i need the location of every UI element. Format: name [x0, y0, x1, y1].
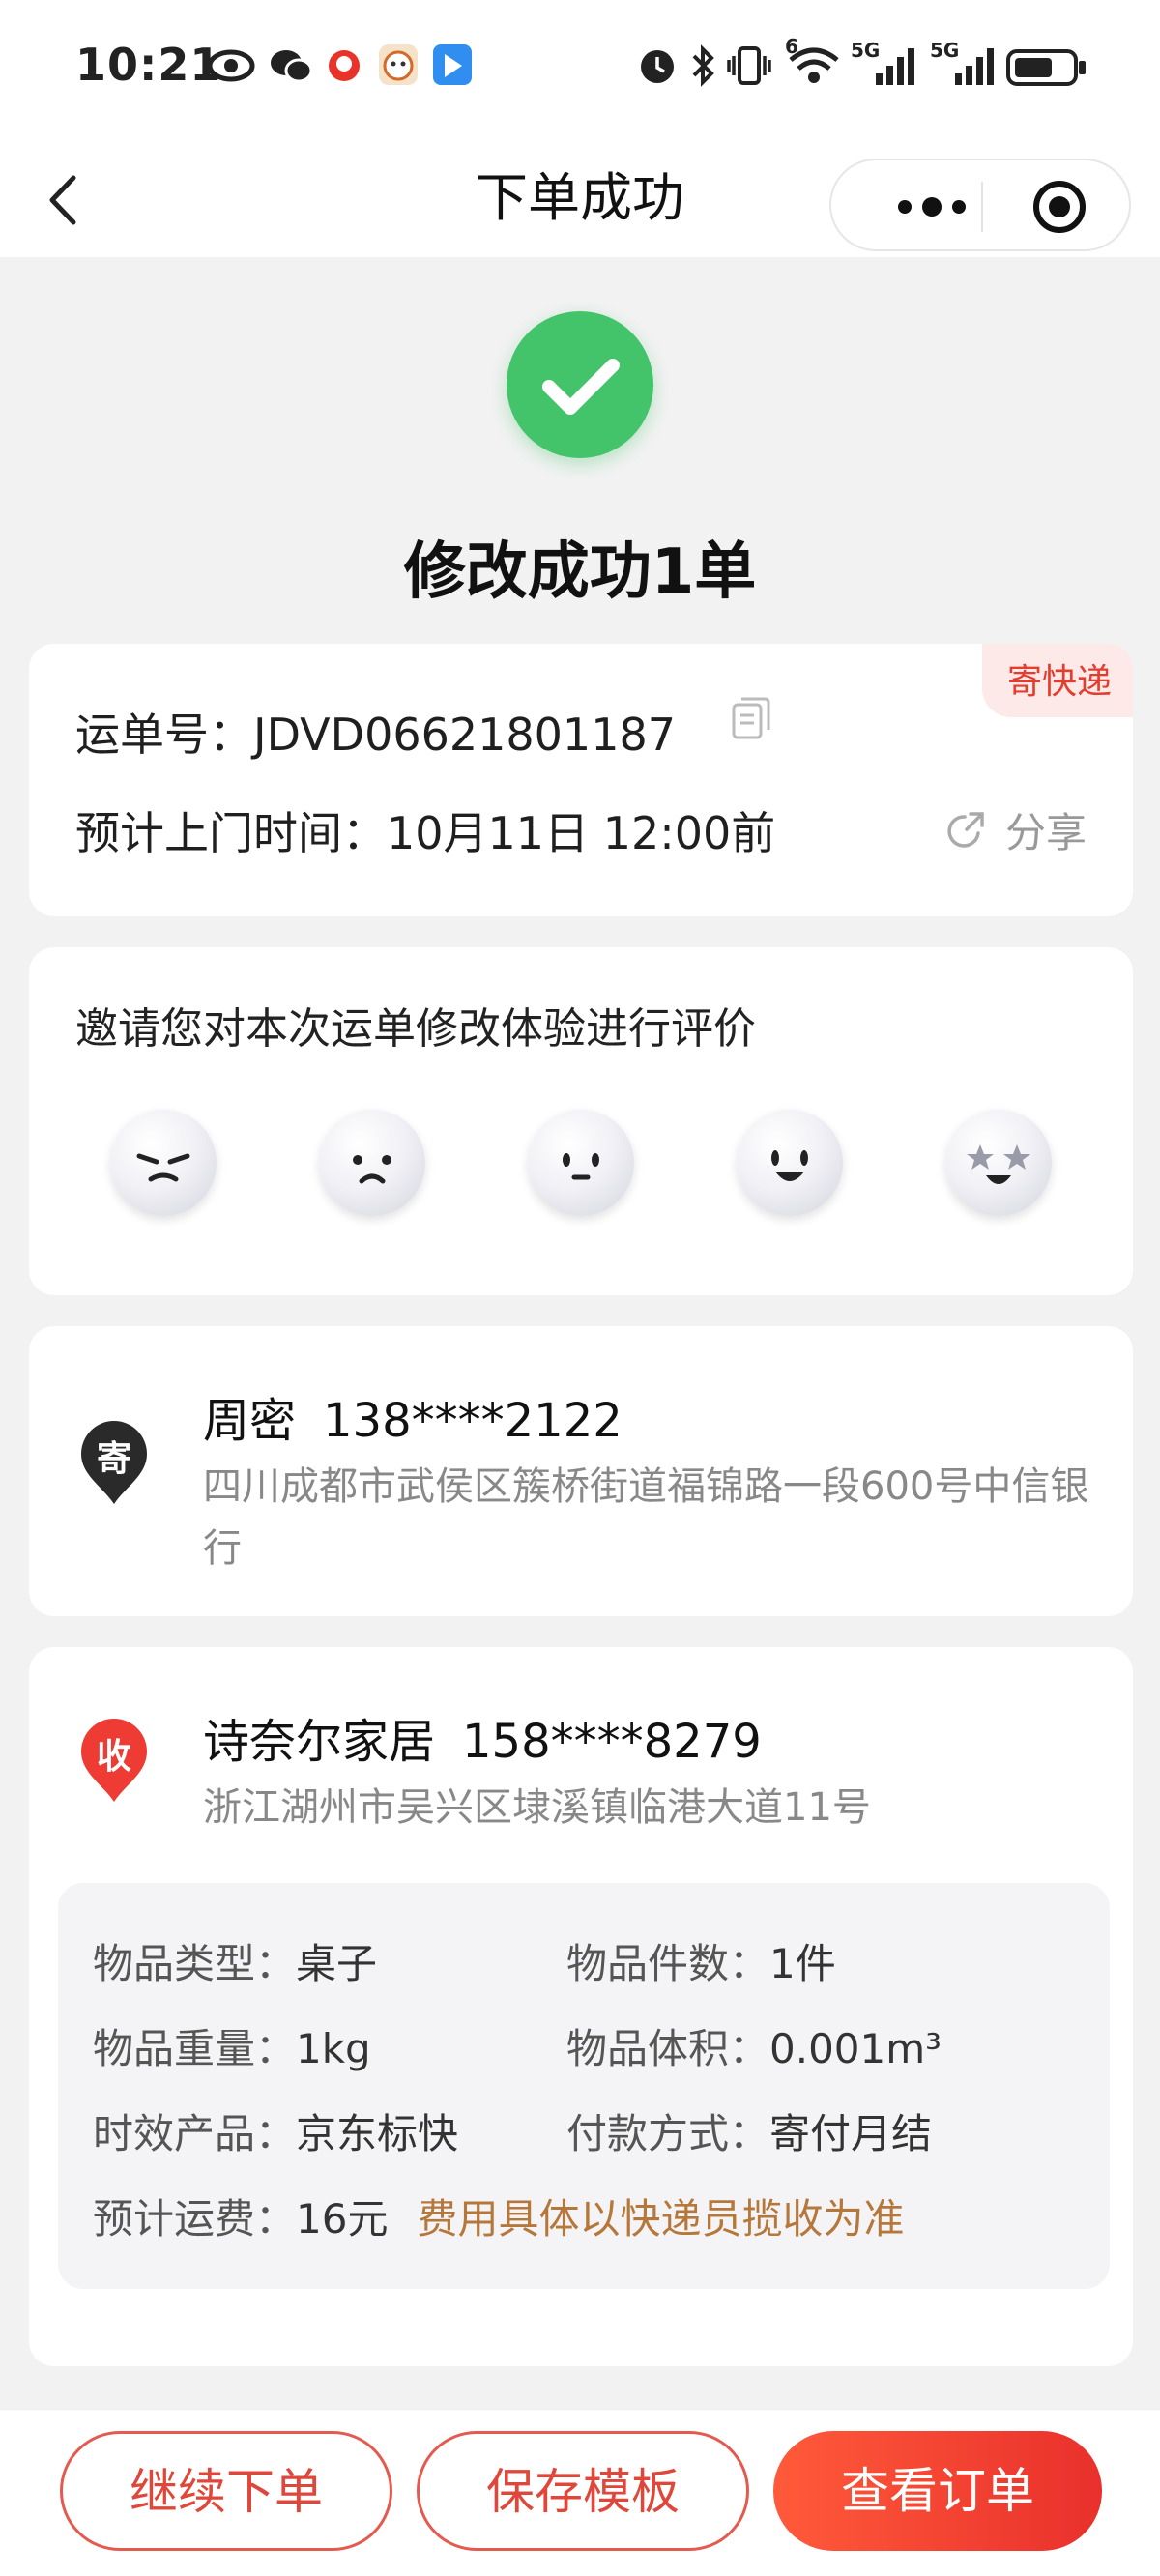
- sender-card: 寄 周密 138****2122 四川成都市武侯区簇桥街道福锦路一段600号中信银…: [29, 1326, 1133, 1616]
- vibrate-icon: [727, 46, 771, 85]
- sender-badge: 寄: [96, 1439, 131, 1479]
- view-order-button[interactable]: 查看订单: [773, 2431, 1102, 2551]
- continue-order-button[interactable]: 继续下单: [60, 2431, 392, 2551]
- star-eyes-face-icon[interactable]: [945, 1110, 1052, 1216]
- weight-label: 物品重量：: [93, 2025, 297, 2072]
- share-label: 分享: [1004, 809, 1087, 856]
- sender-name: 周密: [203, 1394, 297, 1448]
- app-icon-blue: [433, 44, 472, 85]
- mini-program-capsule: [829, 159, 1131, 251]
- bluetooth-icon: [692, 44, 714, 87]
- volume-row: 物品体积：0.001m³: [566, 2016, 942, 2075]
- wifi-icon: 6: [785, 35, 843, 87]
- app-icon-red: [325, 44, 363, 85]
- fee-note: 费用具体以快递员揽收为准: [417, 2195, 905, 2243]
- express-tag: 寄快递: [981, 644, 1133, 717]
- fee-value: 16元: [296, 2195, 389, 2243]
- nav-bar: 下单成功: [0, 145, 1160, 257]
- payment-row: 付款方式：寄付月结: [566, 2101, 932, 2160]
- product-row: 时效产品：京东标快: [93, 2101, 458, 2160]
- status-time: 10:21: [75, 39, 222, 91]
- alarm-icon: [641, 50, 674, 83]
- receiver-badge: 收: [96, 1737, 131, 1777]
- waybill-number-label: 运单号：: [75, 709, 253, 761]
- weight-value: 1kg: [296, 2025, 371, 2072]
- volume-label: 物品体积：: [566, 2025, 770, 2072]
- pickup-time: 10月11日 12:00前: [387, 807, 776, 859]
- waybill-number: JDVD06621801187: [253, 709, 676, 761]
- package-details: 物品类型：桌子 物品件数：1件 物品重量：1kg 物品体积：0.001m³ 时效…: [58, 1883, 1110, 2289]
- item-type-value: 桌子: [296, 1940, 378, 1987]
- wifi-badge: 6: [785, 35, 798, 58]
- receiver-card: 收 诗奈尔家居 158****8279 浙江湖州市吴兴区埭溪镇临港大道11号 物品…: [29, 1647, 1133, 2366]
- battery-icon: [1006, 49, 1086, 86]
- rating-title: 邀请您对本次运单修改体验进行评价: [75, 1004, 756, 1054]
- happy-face-icon[interactable]: [737, 1110, 843, 1216]
- payment-value: 寄付月结: [769, 2110, 933, 2157]
- signal-5g-icon: 5G: [851, 39, 920, 89]
- volume-value: 0.001m³: [769, 2025, 942, 2072]
- wechat-icon: [271, 50, 313, 83]
- sender-pin-icon: 寄: [79, 1419, 149, 1506]
- angry-face-icon[interactable]: [110, 1110, 217, 1216]
- status-bar: 10:21 6 5G 5G: [0, 0, 1160, 145]
- item-type-row: 物品类型：桌子: [93, 1931, 377, 1990]
- waybill-number-row: 运单号：JDVD06621801187: [75, 700, 676, 764]
- waybill-card: 寄快递 运单号：JDVD06621801187 预计上门时间：10月11日 12…: [29, 644, 1133, 916]
- bottom-action-bar: 继续下单 保存模板 查看订单: [0, 2409, 1160, 2576]
- receiver-phone: 158****8279: [462, 1715, 762, 1769]
- success-check-icon: [507, 311, 653, 458]
- fee-row: 预计运费：16元 费用具体以快递员揽收为准: [93, 2186, 904, 2245]
- sender-contact: 周密 138****2122: [203, 1382, 623, 1450]
- item-count-value: 1件: [769, 1940, 836, 1987]
- weight-row: 物品重量：1kg: [93, 2016, 371, 2075]
- share-button[interactable]: 分享: [943, 800, 1087, 859]
- neutral-face-icon[interactable]: [528, 1110, 634, 1216]
- share-icon: [947, 811, 984, 848]
- item-type-label: 物品类型：: [93, 1940, 297, 1987]
- pickup-time-label: 预计上门时间：: [75, 807, 387, 859]
- success-title: 修改成功1单: [403, 536, 757, 608]
- copy-icon[interactable]: [731, 696, 771, 740]
- item-count-row: 物品件数：1件: [566, 1931, 836, 1990]
- save-template-button[interactable]: 保存模板: [417, 2431, 749, 2551]
- close-miniprogram-icon[interactable]: [1030, 178, 1088, 236]
- product-label: 时效产品：: [93, 2110, 297, 2157]
- receiver-name: 诗奈尔家居: [203, 1715, 436, 1769]
- fee-label: 预计运费：: [93, 2195, 297, 2243]
- more-icon[interactable]: [882, 188, 982, 226]
- receiver-address: 浙江湖州市吴兴区埭溪镇临港大道11号: [203, 1785, 871, 1830]
- sender-phone: 138****2122: [323, 1394, 623, 1448]
- item-count-label: 物品件数：: [566, 1940, 770, 1987]
- receiver-contact: 诗奈尔家居 158****8279: [203, 1703, 762, 1771]
- rating-card: 邀请您对本次运单修改体验进行评价: [29, 947, 1133, 1295]
- product-value: 京东标快: [296, 2110, 459, 2157]
- pickup-time-row: 预计上门时间：10月11日 12:00前: [75, 798, 775, 862]
- sad-face-icon[interactable]: [319, 1110, 425, 1216]
- capsule-divider: [981, 182, 983, 232]
- app-icon-orange: [379, 44, 418, 85]
- eye-icon: [207, 49, 255, 82]
- payment-label: 付款方式：: [566, 2110, 770, 2157]
- receiver-pin-icon: 收: [79, 1717, 149, 1804]
- sender-address: 四川成都市武侯区簇桥街道福锦路一段600号中信银行: [203, 1464, 1089, 1571]
- signal-5g-icon: 5G: [930, 39, 1000, 89]
